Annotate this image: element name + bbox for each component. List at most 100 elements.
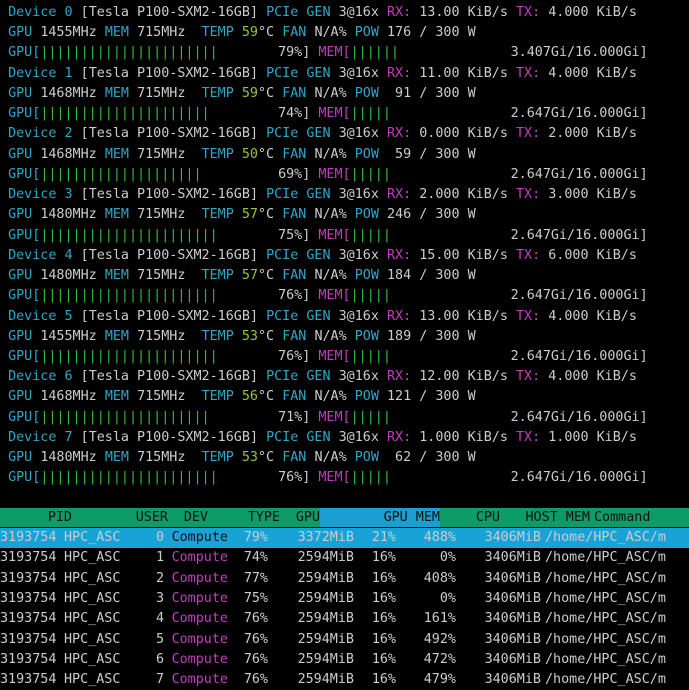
process-gpu-mem: 2594MiB [297, 550, 354, 566]
tx-label: TX: [516, 5, 541, 20]
mem-usage-value: 2.647Gi/16.000Gi] [510, 409, 648, 425]
process-device: 6 [155, 651, 164, 667]
temp-label: TEMP [201, 207, 234, 223]
device-model: Tesla P100-SXM2-16GB [88, 5, 250, 20]
tx-value: 3.000 KiB/s [548, 187, 637, 203]
column-header-cpu[interactable]: CPU [440, 508, 500, 527]
process-table-header[interactable]: PID USER DEV TYPE GPU GPU MEM CPU HOST MEM Comma… [0, 508, 689, 527]
rx-label: RX: [387, 5, 412, 20]
pcie-label: PCIe GEN [266, 126, 331, 142]
fan-value: N/A% [314, 328, 347, 344]
tx-value: 6.000 KiB/s [548, 247, 637, 263]
mem-clock-label: MEM [104, 328, 129, 344]
gpu-clock-value: 1455MHz [40, 328, 97, 344]
table-row[interactable]: 3193754 HPC_ASC 5 Compute 76% 2594MiB 16% 492% 3… [0, 630, 689, 650]
tx-label: TX: [516, 429, 541, 445]
fan-value: N/A% [314, 268, 347, 283]
pow-value: 176 / 300 W [387, 25, 476, 41]
process-gpu-mem: 2594MiB [297, 611, 354, 627]
process-type: Compute [171, 651, 228, 667]
mem-usage-value: 2.647Gi/16.000Gi] [510, 106, 648, 122]
device-usage-line: GPU[|||||||||||||||||||| 69%] MEM[||||| 2.… [0, 165, 689, 185]
pow-value: 246 / 300 W [387, 207, 476, 223]
fan-value: N/A% [314, 85, 347, 101]
pcie-label: PCIe GEN [266, 247, 331, 263]
pow-label: POW [354, 85, 379, 101]
tx-label: TX: [516, 308, 541, 324]
fan-label: FAN [282, 25, 307, 41]
mem-clock-value: 715MHz [137, 450, 186, 466]
column-header-gpu-mem[interactable]: GPU MEM [320, 508, 440, 527]
device-label: Device 6 [8, 369, 73, 385]
device-usage-line: GPU[||||||||||||||||||||| 71%] MEM[||||| 2… [0, 408, 689, 428]
process-gpu-util: 74% [243, 550, 268, 566]
mem-clock-value: 715MHz [137, 207, 186, 223]
mem-usage-bar: ||||| [350, 166, 391, 182]
gpu-clock-value: 1480MHz [40, 450, 97, 466]
gpu-util-percent: 76%] [278, 470, 311, 486]
process-command: /home/HPC_ASC/m [545, 651, 666, 667]
process-user: HPC_ASC [64, 550, 121, 566]
temp-value: 53 [241, 328, 258, 344]
fan-label: FAN [282, 207, 307, 223]
rx-value: 13.00 KiB/s [419, 308, 508, 324]
fan-value: N/A% [314, 207, 347, 223]
table-row[interactable]: 3193754 HPC_ASC 4 Compute 76% 2594MiB 16% 161% 3… [0, 609, 689, 629]
mem-clock-label: MEM [104, 25, 129, 41]
gpu-clock-value: 1480MHz [40, 207, 97, 223]
gpu-util-bar: |||||||||||||||||||||| [40, 288, 218, 304]
rx-value: 2.000 KiB/s [419, 187, 508, 203]
process-user: HPC_ASC [64, 672, 121, 688]
process-command: /home/HPC_ASC/m [545, 631, 666, 647]
tx-label: TX: [516, 187, 541, 203]
mem-usage-bar-label: MEM[ [318, 166, 351, 182]
rx-value: 1.000 KiB/s [419, 429, 508, 445]
column-header-host-mem[interactable]: HOST MEM [500, 508, 591, 527]
temp-unit: °C [258, 146, 275, 162]
table-row[interactable]: 3193754 HPC_ASC 1 Compute 74% 2594MiB 16% 0% 340… [0, 548, 689, 568]
pow-label: POW [354, 389, 379, 405]
column-header-type[interactable]: TYPE [208, 508, 280, 527]
temp-value: 50 [241, 146, 258, 162]
table-row[interactable]: 3193754 HPC_ASC 0 Compute 79% 3372MiB 21% 488% 3… [0, 528, 689, 548]
gpu-clock-label: GPU [8, 146, 33, 162]
mem-clock-value: 715MHz [137, 85, 186, 101]
column-header-dev[interactable]: DEV [168, 508, 208, 527]
table-row[interactable]: 3193754 HPC_ASC 3 Compute 75% 2594MiB 16% 0% 340… [0, 589, 689, 609]
process-device: 1 [155, 550, 164, 566]
process-gpu-mem: 2594MiB [297, 570, 354, 586]
table-row[interactable]: 3193754 HPC_ASC 6 Compute 76% 2594MiB 16% 472% 3… [0, 650, 689, 670]
pow-label: POW [354, 450, 379, 466]
process-type: Compute [171, 570, 228, 586]
mem-usage-bar-label: MEM[ [318, 45, 351, 61]
device-model: Tesla P100-SXM2-16GB [88, 429, 250, 445]
mem-clock-value: 715MHz [137, 146, 186, 162]
column-header-user[interactable]: USER [72, 508, 168, 527]
column-header-pid[interactable]: PID [0, 508, 72, 527]
process-gpu-mem: 2594MiB [297, 631, 354, 647]
process-type: Compute [171, 631, 228, 647]
temp-label: TEMP [201, 146, 234, 162]
process-cpu: 0% [439, 590, 456, 606]
process-gpu-mem: 2594MiB [297, 672, 354, 688]
mem-usage-bar-label: MEM[ [318, 227, 351, 243]
gpu-util-percent: 79%] [278, 45, 311, 61]
table-row[interactable]: 3193754 HPC_ASC 2 Compute 77% 2594MiB 16% 408% 3… [0, 569, 689, 589]
process-host-mem: 3406MiB [484, 611, 541, 627]
device-header-line: Device 5 [Tesla P100-SXM2-16GB] PCIe GEN… [8, 308, 637, 324]
temp-unit: °C [258, 328, 275, 344]
process-command: /home/HPC_ASC/m [545, 611, 666, 627]
table-row[interactable]: 3193754 HPC_ASC 7 Compute 76% 2594MiB 16% 479% 3… [0, 670, 689, 690]
process-pid: 3193754 [0, 631, 57, 647]
gpu-util-bar-label: GPU[ [8, 166, 41, 182]
process-pid: 3193754 [0, 611, 57, 627]
device-usage-line: GPU[||||||||||||||||||||| 74%] MEM[||||| 2… [0, 104, 689, 124]
mem-usage-bar: ||||| [350, 348, 391, 364]
device-usage-line: GPU[|||||||||||||||||||||| 79%] MEM[|||||… [0, 43, 689, 63]
column-header-command[interactable]: Command [590, 508, 689, 527]
column-header-gpu[interactable]: GPU [280, 508, 320, 527]
process-command: /home/HPC_ASC/m [545, 550, 666, 566]
fan-value: N/A% [314, 25, 347, 41]
process-host-mem: 3406MiB [484, 530, 541, 545]
process-cpu: 479% [423, 672, 456, 688]
